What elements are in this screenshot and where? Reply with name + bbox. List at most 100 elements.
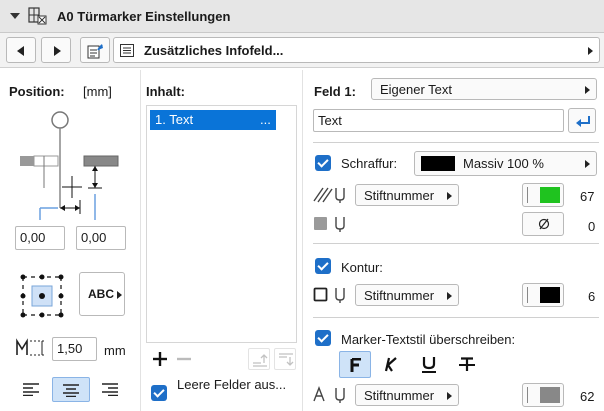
list-item-text: 1. Text (155, 112, 194, 127)
contour-pen-label: Stiftnummer (364, 288, 435, 303)
text-pen-swatch (540, 387, 560, 403)
text-size-unit: mm (104, 343, 126, 358)
contour-label: Kontur: (341, 260, 383, 275)
hatch-pen-icon (313, 187, 345, 203)
contour-pen-dropdown[interactable]: Stiftnummer (355, 284, 459, 306)
contour-pen-swatch (540, 287, 560, 303)
chevron-right-icon (447, 392, 452, 400)
no-color-icon (538, 218, 550, 230)
background-pen-value: 0 (588, 219, 596, 234)
infofeld-dropdown[interactable]: Zusätzliches Infofeld... (113, 37, 600, 63)
unit-label: [mm] (83, 84, 112, 99)
move-down-button[interactable] (274, 348, 296, 370)
favorites-icon (87, 44, 103, 59)
content-list[interactable]: 1. Text ... (146, 105, 297, 343)
anchor-point-icon[interactable] (18, 272, 66, 320)
contour-checkbox[interactable] (315, 258, 331, 274)
bold-button[interactable] (339, 351, 371, 378)
plus-icon (153, 352, 167, 366)
previous-button[interactable] (6, 37, 36, 63)
chevron-right-icon (117, 291, 122, 299)
hatch-pen-swatch (540, 187, 560, 203)
strikethrough-icon (459, 357, 475, 371)
separator (313, 142, 599, 143)
align-right-button[interactable] (94, 377, 126, 402)
hatch-fill-name: Massiv 100 % (463, 156, 544, 171)
swatch-divider (527, 287, 528, 303)
swatch-divider (527, 387, 528, 403)
hatch-pen-value: 67 (580, 189, 595, 204)
hatch-label: Schraffur: (341, 156, 398, 171)
chevron-right-icon (588, 47, 593, 55)
fill-pattern-swatch (421, 156, 455, 171)
window-title: A0 Türmarker Einstellungen (57, 9, 231, 24)
chevron-right-icon (447, 292, 452, 300)
text-size-icon (16, 338, 44, 356)
text-style-button[interactable]: ABC (79, 272, 125, 316)
background-pen-color-button[interactable] (522, 212, 564, 236)
field-type-dropdown[interactable]: Eigener Text (371, 78, 597, 100)
align-right-icon (102, 383, 118, 396)
title-bar[interactable]: A0 Türmarker Einstellungen (0, 0, 604, 33)
text-size-input[interactable]: 1,50 (52, 337, 97, 361)
align-center-button[interactable] (52, 377, 90, 402)
hatch-pen-color-button[interactable] (522, 183, 564, 207)
text-pen-dropdown[interactable]: Stiftnummer (355, 384, 459, 406)
column-divider (140, 70, 141, 411)
marker-text-checkbox[interactable] (315, 330, 331, 346)
hatch-pen-dropdown[interactable]: Stiftnummer (355, 184, 459, 206)
next-button[interactable] (41, 37, 71, 63)
toolbar: Zusätzliches Infofeld... (0, 33, 604, 68)
offset-y-input[interactable]: 0,00 (76, 226, 126, 250)
field-label: Feld 1: (314, 84, 356, 99)
align-left-icon (23, 383, 39, 396)
chevron-right-icon (585, 86, 590, 94)
separator (313, 317, 599, 318)
move-down-icon (279, 353, 294, 366)
text-pen-icon (313, 386, 345, 403)
hatch-pen-label: Stiftnummer (364, 188, 435, 203)
separator (313, 243, 599, 244)
enter-icon (576, 116, 590, 127)
door-marker-icon (28, 7, 47, 25)
field-type-value: Eigener Text (380, 82, 453, 97)
field-text-input[interactable]: Text (313, 109, 564, 132)
align-center-icon (63, 384, 79, 397)
arrow-left-icon (17, 46, 24, 56)
text-pen-color-button[interactable] (522, 383, 564, 407)
strikethrough-button[interactable] (453, 351, 481, 378)
list-item-more: ... (260, 112, 271, 127)
list-item[interactable]: 1. Text ... (150, 110, 276, 130)
hatch-checkbox[interactable] (315, 155, 331, 171)
italic-icon (384, 357, 397, 372)
text-pen-label: Stiftnummer (364, 388, 435, 403)
marker-text-label: Marker-Textstil überschreiben: (341, 332, 516, 347)
content-label: Inhalt: (146, 84, 185, 99)
underline-button[interactable] (415, 351, 443, 378)
column-divider (302, 70, 303, 411)
background-pen-icon (314, 217, 345, 232)
contour-pen-value: 6 (588, 289, 596, 304)
empty-fields-checkbox[interactable] (151, 385, 167, 401)
add-button[interactable] (149, 348, 171, 370)
swatch-divider (527, 187, 528, 203)
text-pen-value: 62 (580, 389, 595, 404)
chevron-right-icon (585, 160, 590, 168)
offset-x-input[interactable]: 0,00 (15, 226, 65, 250)
move-up-button[interactable] (248, 348, 270, 370)
chevron-right-icon (447, 192, 452, 200)
remove-button[interactable] (173, 348, 195, 370)
underline-icon (422, 357, 436, 373)
empty-fields-label: Leere Felder aus... (177, 377, 287, 392)
arrow-right-icon (54, 46, 61, 56)
position-diagram (20, 111, 119, 220)
contour-pen-color-button[interactable] (522, 283, 564, 307)
hatch-fill-dropdown[interactable]: Massiv 100 % (414, 151, 597, 176)
enter-button[interactable] (568, 108, 596, 133)
list-icon (120, 44, 134, 57)
italic-button[interactable] (377, 351, 405, 378)
favorites-button[interactable] (80, 37, 110, 63)
collapse-triangle-icon[interactable] (10, 13, 20, 19)
align-left-button[interactable] (15, 377, 47, 402)
contour-pen-icon (313, 287, 345, 303)
